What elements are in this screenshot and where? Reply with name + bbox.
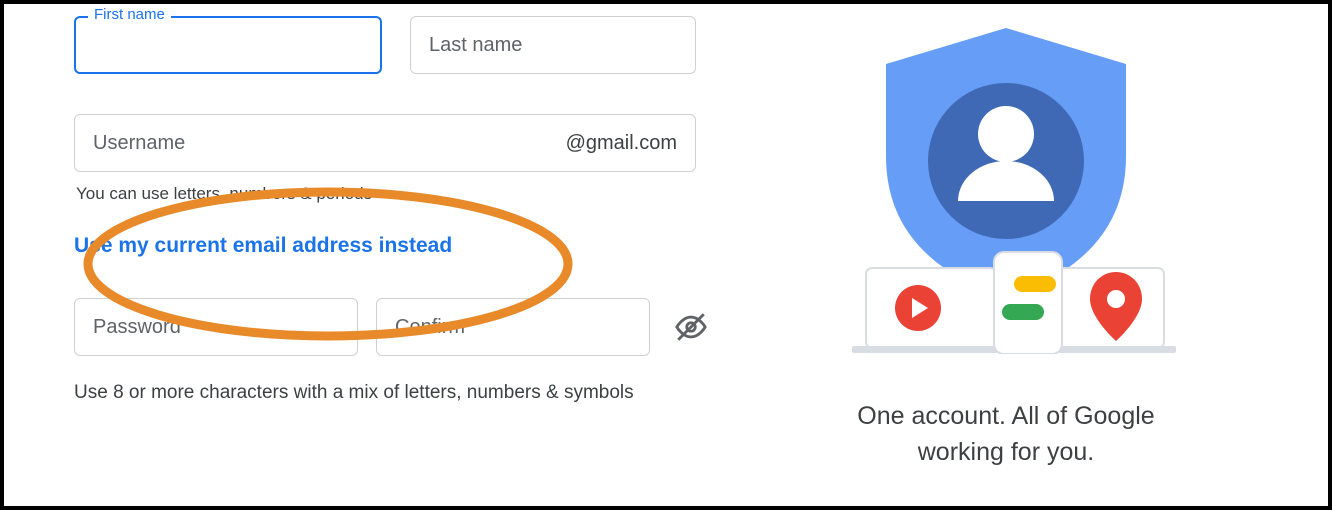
first-name-input[interactable] (90, 34, 366, 57)
last-name-field[interactable] (410, 16, 696, 74)
username-row: @gmail.com You can use letters, numbers … (74, 114, 724, 204)
confirm-input[interactable] (395, 316, 631, 339)
eye-off-icon (674, 310, 708, 344)
first-name-label: First name (88, 6, 171, 23)
account-illustration (826, 16, 1186, 354)
username-suffix: @gmail.com (566, 132, 677, 155)
password-hint: Use 8 or more characters with a mix of l… (74, 380, 634, 406)
tagline-line2: working for you. (918, 438, 1094, 466)
signup-form: First name @gmail.com You can use letter… (74, 16, 724, 506)
username-field[interactable]: @gmail.com (74, 114, 696, 172)
first-name-field[interactable] (74, 16, 382, 74)
username-input[interactable] (93, 132, 566, 155)
name-row: First name (74, 16, 724, 74)
confirm-field[interactable] (376, 298, 650, 356)
username-hint: You can use letters, numbers & periods (76, 184, 724, 204)
tagline-line1: One account. All of Google (857, 402, 1154, 430)
last-name-input[interactable] (429, 34, 677, 57)
tagline: One account. All of Google working for y… (857, 398, 1154, 471)
toggle-password-visibility-button[interactable] (674, 310, 708, 344)
use-current-email-link[interactable]: Use my current email address instead (74, 234, 452, 258)
promo-panel: One account. All of Google working for y… (724, 16, 1288, 506)
password-row (74, 298, 724, 356)
password-input[interactable] (93, 316, 339, 339)
password-field[interactable] (74, 298, 358, 356)
first-name-wrap: First name (74, 16, 382, 74)
